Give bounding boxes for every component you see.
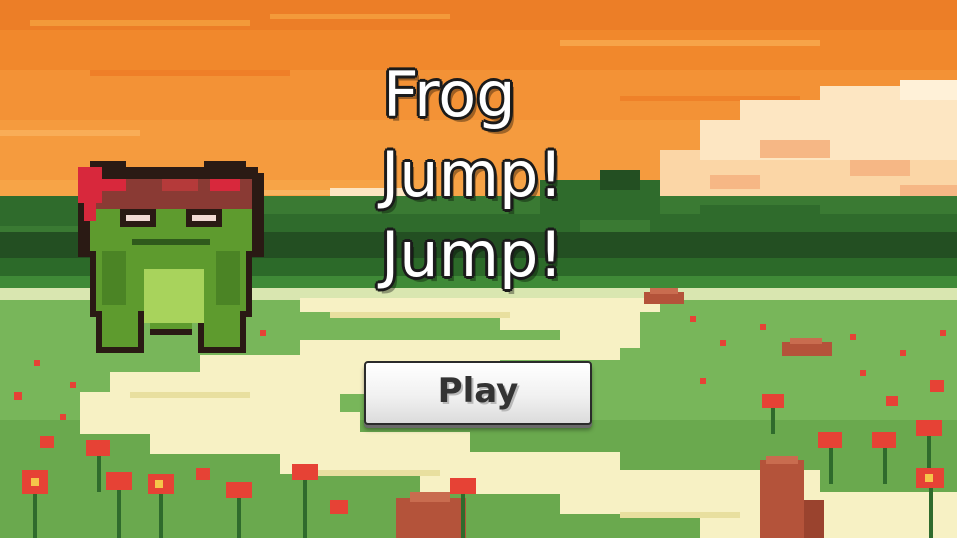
game-title-screen: Frog Jump! Jump! Play (0, 0, 957, 538)
game-title-line-2: Jump! (381, 138, 564, 211)
frog-belly (144, 269, 204, 323)
frog-character (78, 161, 264, 353)
game-title-line-3: Jump! (381, 218, 564, 291)
play-button[interactable]: Play (364, 361, 592, 425)
game-title-line-1: Frog (383, 58, 516, 131)
